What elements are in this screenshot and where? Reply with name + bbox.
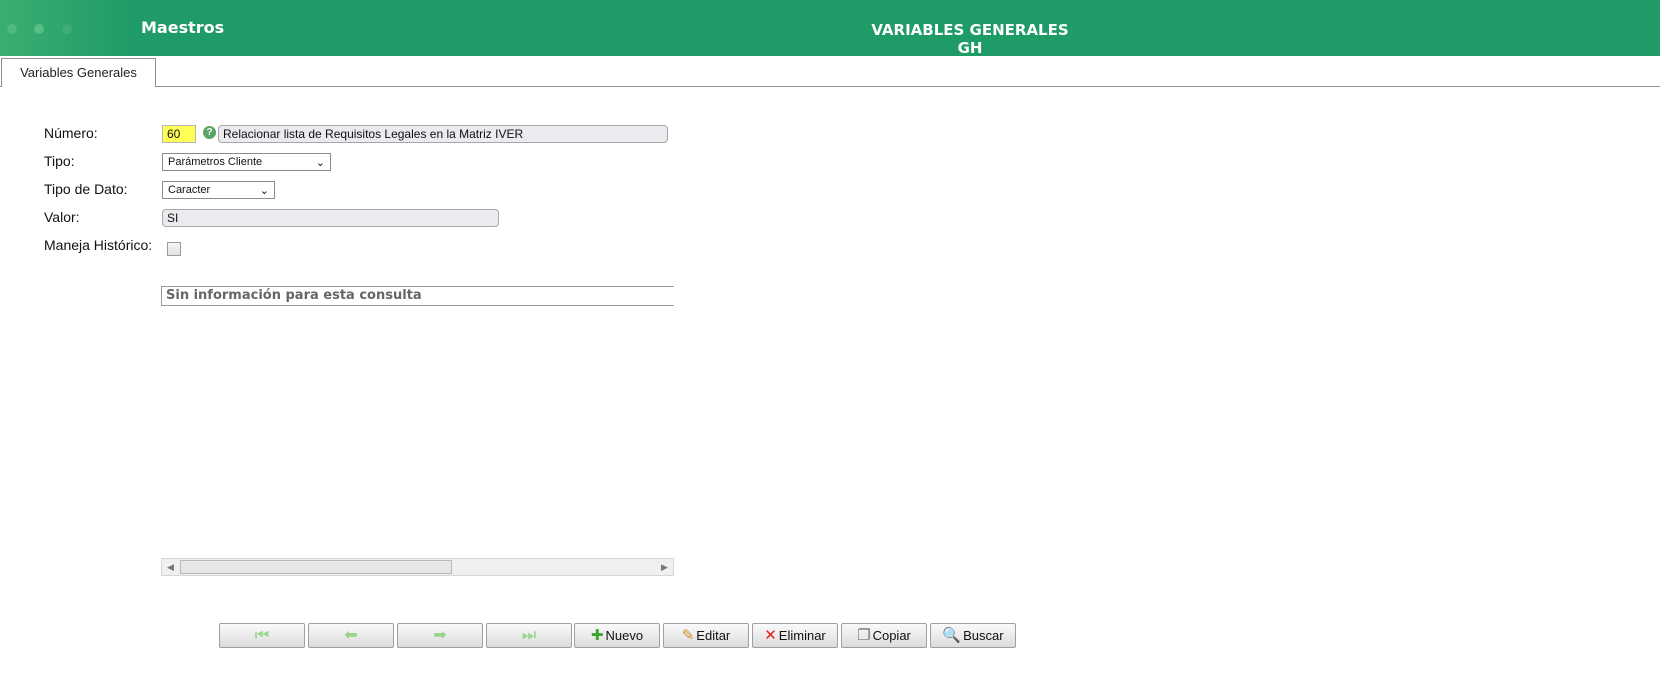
numero-field[interactable]: 60 (162, 125, 196, 143)
editar-button[interactable]: ✎ Editar (663, 623, 749, 648)
tipo-select-value: Parámetros Cliente (168, 156, 263, 168)
nuevo-label: Nuevo (605, 628, 644, 643)
empty-grid-message: Sin información para esta consulta (161, 286, 674, 306)
tab-variables-generales[interactable]: Variables Generales (1, 58, 156, 87)
copiar-button[interactable]: ❐ Copiar (841, 623, 927, 648)
tipo-label: Tipo: (44, 153, 75, 169)
numero-label: Número: (44, 125, 98, 141)
historico-checkbox[interactable] (167, 242, 181, 256)
plus-icon: ✚ (590, 627, 604, 644)
window-dot-icon[interactable] (34, 24, 44, 34)
buscar-button[interactable]: 🔍 Buscar (930, 623, 1016, 648)
scroll-thumb[interactable] (180, 560, 452, 574)
chevron-down-icon: ⌄ (315, 157, 325, 169)
eliminar-label: Eliminar (778, 628, 826, 643)
search-icon: 🔍 (942, 627, 962, 644)
scroll-left-icon[interactable]: ◀ (162, 559, 179, 575)
scroll-right-icon[interactable]: ▶ (656, 559, 673, 575)
tipo-dato-select-value: Caracter (168, 184, 211, 196)
chevron-down-icon: ⌄ (259, 185, 269, 197)
app-header: Maestros VARIABLES GENERALES GH (0, 0, 1660, 57)
tipo-dato-label: Tipo de Dato: (44, 181, 128, 197)
page-title: VARIABLES GENERALES GH (871, 21, 1069, 57)
first-record-button[interactable]: ⏮ (219, 623, 305, 648)
copiar-label: Copiar (872, 628, 911, 643)
help-icon[interactable]: ? (203, 126, 216, 139)
editar-label: Editar (696, 628, 731, 643)
eliminar-button[interactable]: ✕ Eliminar (752, 623, 838, 648)
buscar-label: Buscar (963, 628, 1004, 643)
nuevo-button[interactable]: ✚ Nuevo (574, 623, 660, 648)
tab-strip-line (0, 86, 1660, 87)
next-record-button[interactable]: ➡ (397, 623, 483, 648)
valor-label: Valor: (44, 209, 80, 225)
horizontal-scrollbar[interactable]: ◀ ▶ (161, 558, 674, 576)
last-record-button[interactable]: ⏭ (486, 623, 572, 648)
window-dot-icon[interactable] (7, 24, 17, 34)
historico-label: Maneja Histórico: (44, 237, 153, 253)
next-record-icon: ➡ (433, 627, 447, 644)
prev-record-icon: ⬅ (344, 627, 358, 644)
pencil-icon: ✎ (681, 627, 695, 644)
tipo-select[interactable]: Parámetros Cliente ⌄ (162, 153, 331, 171)
tipo-dato-select[interactable]: Caracter ⌄ (162, 181, 275, 199)
delete-icon: ✕ (764, 627, 777, 644)
window-dot-icon[interactable] (62, 24, 72, 34)
copy-icon: ❐ (857, 627, 871, 644)
last-record-icon: ⏭ (521, 627, 537, 644)
valor-field[interactable]: SI (162, 209, 499, 227)
prev-record-button[interactable]: ⬅ (308, 623, 394, 648)
first-record-icon: ⏮ (254, 627, 270, 644)
descripcion-field[interactable]: Relacionar lista de Requisitos Legales e… (218, 125, 668, 143)
module-title: Maestros (141, 18, 225, 37)
